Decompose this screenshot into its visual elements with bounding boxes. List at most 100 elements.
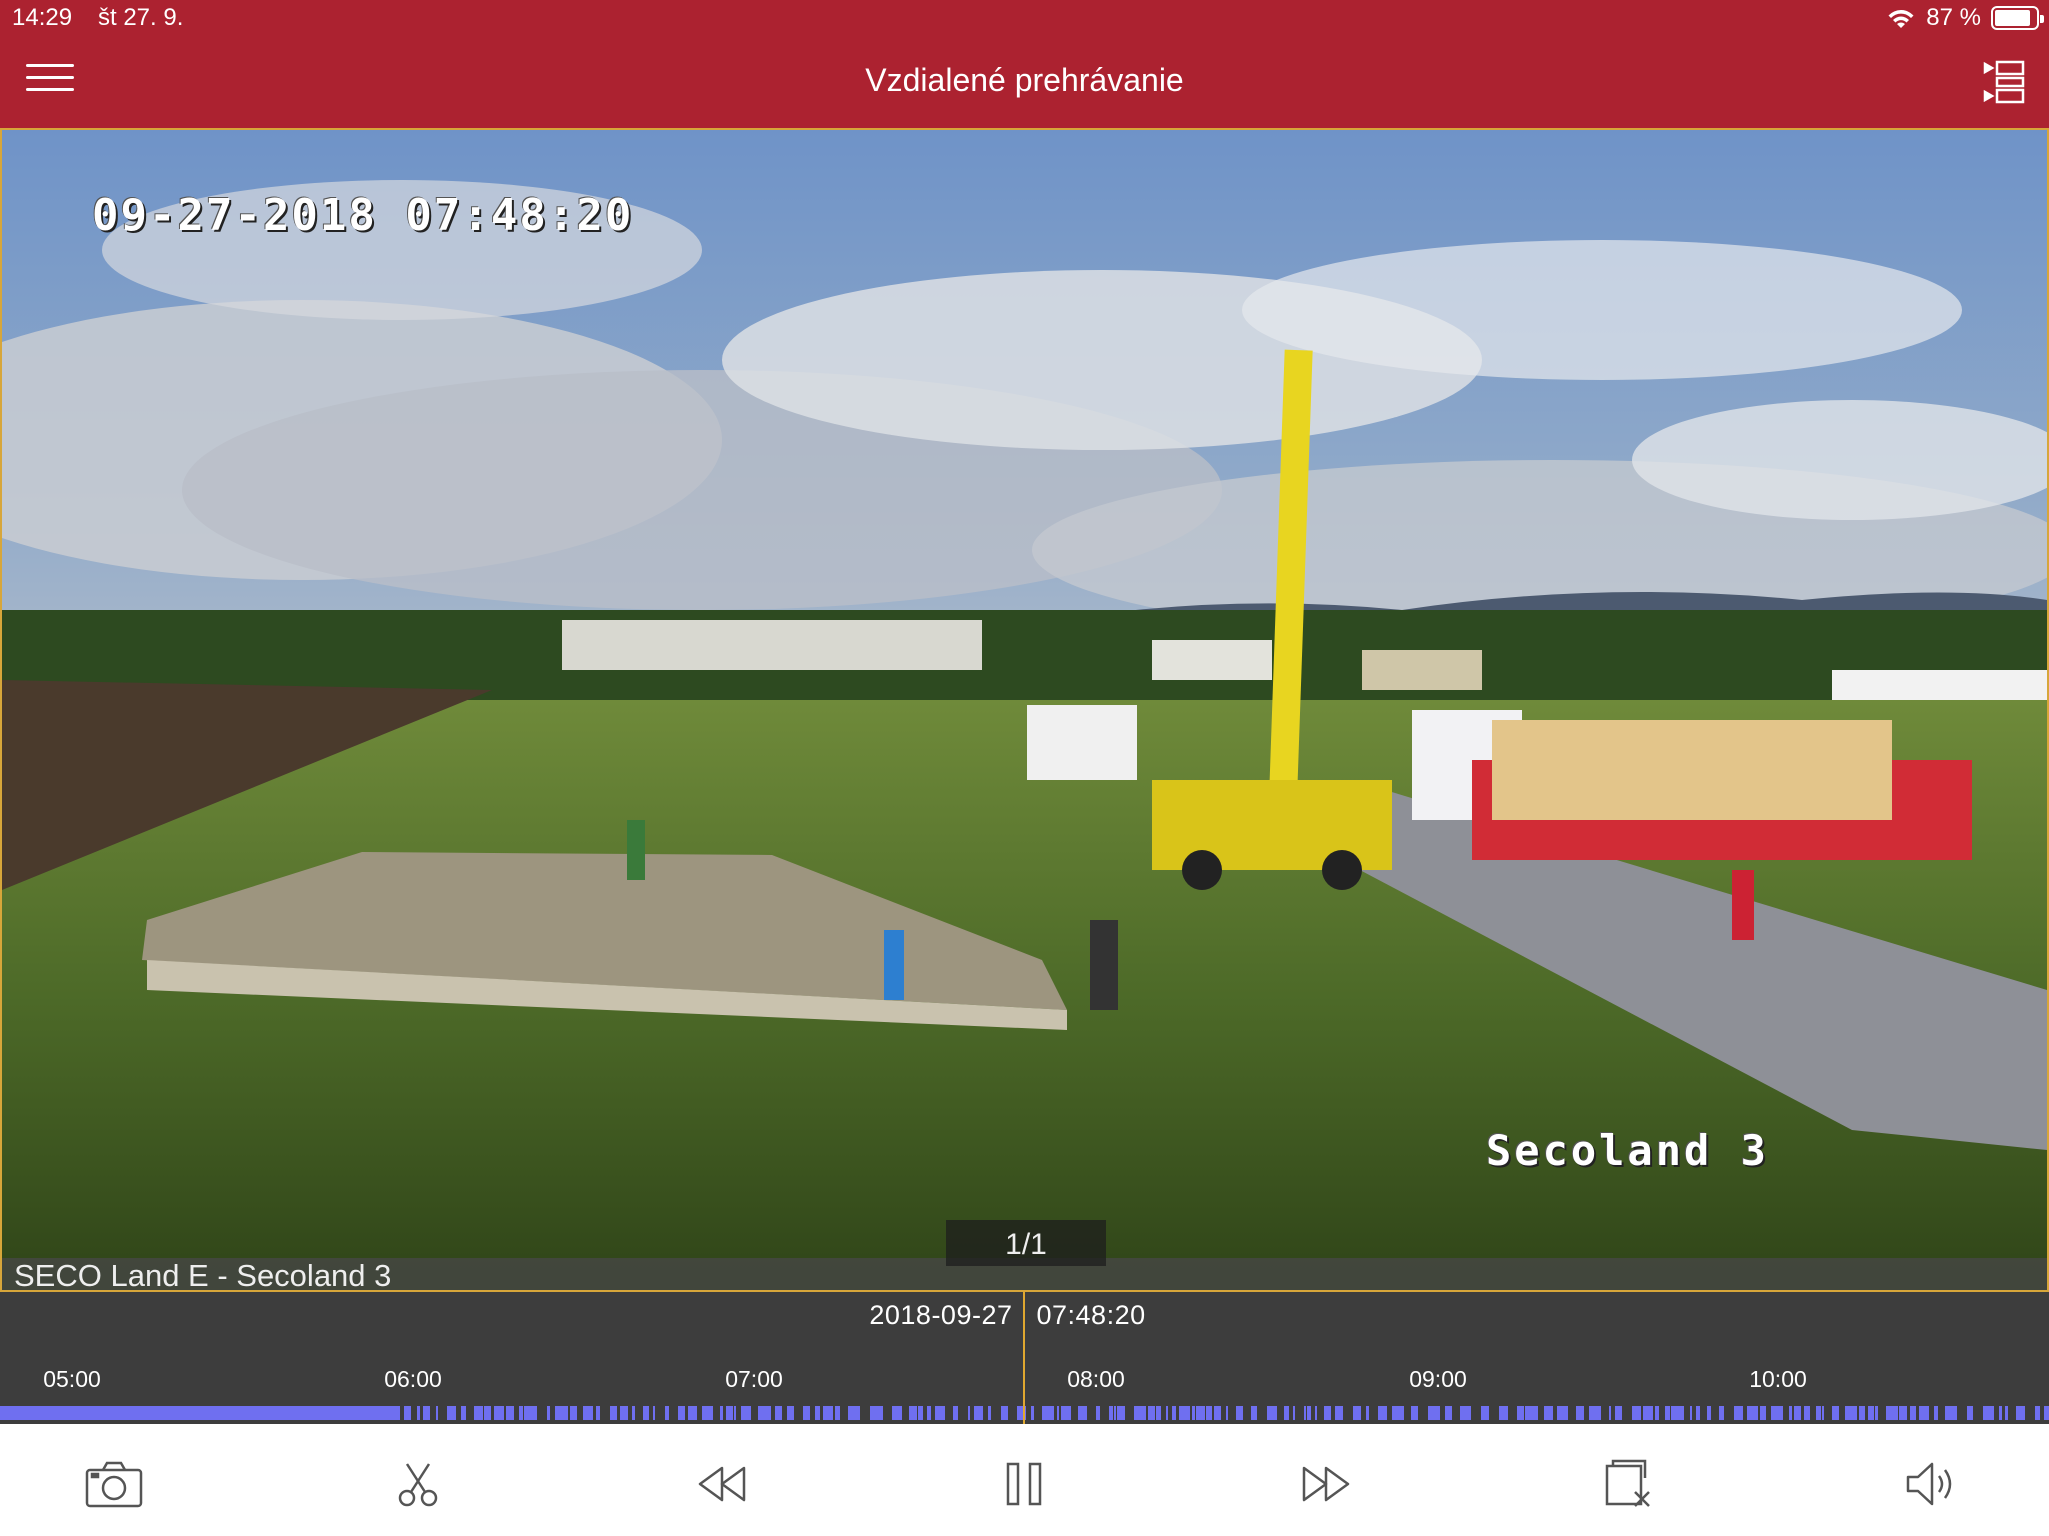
app-header: 14:29 št 27. 9. 87 % Vzdialené prehrávan… [0, 0, 2049, 128]
recording-segment [1967, 1406, 1973, 1420]
timeline-current-time: 07:48:20 [1036, 1300, 1146, 1330]
pause-button[interactable] [992, 1456, 1056, 1512]
recording-segment [1707, 1406, 1711, 1420]
recording-segment [909, 1406, 917, 1420]
audio-button[interactable] [1900, 1456, 1964, 1512]
recording-segment [1719, 1406, 1724, 1420]
camera-name: SECO Land E - Secoland 3 [14, 1258, 392, 1292]
recording-segment [688, 1406, 697, 1420]
recording-segment [547, 1406, 550, 1420]
recording-segment [918, 1406, 923, 1420]
recording-segment [1206, 1406, 1212, 1420]
recording-segment [1156, 1406, 1161, 1420]
channel-list-button[interactable] [1983, 60, 2027, 104]
recording-segment [1845, 1406, 1857, 1420]
recording-segment [524, 1406, 537, 1420]
camera-icon [85, 1461, 143, 1508]
recording-segment [1875, 1406, 1878, 1420]
recording-segment [0, 1406, 400, 1420]
recording-segment [1307, 1406, 1311, 1420]
recording-segment [935, 1406, 945, 1420]
recording-segment [1999, 1406, 2002, 1420]
recording-segment [494, 1406, 504, 1420]
recording-segment [1481, 1406, 1489, 1420]
recording-segment [1557, 1406, 1568, 1420]
recording-segment [1499, 1406, 1508, 1420]
recording-segment [436, 1406, 438, 1420]
recording-segment [1859, 1406, 1865, 1420]
recording-segment [1078, 1406, 1087, 1420]
recording-segment [474, 1406, 483, 1420]
recording-segment [974, 1406, 983, 1420]
clip-button[interactable] [387, 1456, 451, 1512]
recording-segment [823, 1406, 833, 1420]
recording-segment [519, 1406, 523, 1420]
recording-segment [726, 1406, 733, 1420]
speed-up-button[interactable] [1294, 1456, 1358, 1512]
recording-segment [1324, 1406, 1331, 1420]
recording-segment [2005, 1406, 2008, 1420]
recording-segment [1899, 1406, 1907, 1420]
snapshot-button[interactable] [82, 1456, 146, 1512]
video-player[interactable]: 09-27-2018 07:48:20 Secoland 3 SECO Land… [0, 128, 2049, 1292]
recording-segment [1615, 1406, 1622, 1420]
recording-segment [1832, 1406, 1839, 1420]
playback-toolbar [0, 1424, 2049, 1536]
stop-playback-button[interactable] [1597, 1456, 1661, 1512]
timeline-cursor[interactable] [1023, 1292, 1025, 1424]
recording-segment [643, 1406, 649, 1420]
osd-timestamp: 09-27-2018 07:48:20 [92, 190, 634, 241]
recording-segment [1576, 1406, 1584, 1420]
recording-segment [775, 1406, 782, 1420]
recording-segment [1983, 1406, 1994, 1420]
recording-segment [632, 1406, 635, 1420]
status-indicators: 87 % [1886, 4, 2044, 32]
recording-segment [1226, 1406, 1228, 1420]
playback-timeline[interactable]: 2018-09-27 07:48:20 05:00 06:00 07:00 08:… [0, 1292, 2049, 1424]
recording-segment [1293, 1406, 1295, 1420]
recording-segment [678, 1406, 685, 1420]
battery-percent: 87 % [1926, 4, 1981, 31]
page-indicator: 1/1 [946, 1220, 1106, 1266]
recording-segment [404, 1406, 411, 1420]
recording-segment [988, 1406, 991, 1420]
recording-segment [1366, 1406, 1369, 1420]
recording-segment [506, 1406, 514, 1420]
menu-button[interactable] [24, 58, 76, 98]
recording-segment [1643, 1406, 1653, 1420]
recording-segment [848, 1406, 860, 1420]
recording-segment [1109, 1406, 1113, 1420]
recording-segment [720, 1406, 723, 1420]
recording-segment [1655, 1406, 1659, 1420]
recording-segment [2016, 1406, 2025, 1420]
close-window-icon [1605, 1459, 1650, 1507]
speaker-icon [1906, 1462, 1952, 1506]
recording-segment [1411, 1406, 1418, 1420]
recording-segment [1544, 1406, 1553, 1420]
recording-segment [1315, 1406, 1317, 1420]
recording-segment [1609, 1406, 1611, 1420]
recording-segment [555, 1406, 568, 1420]
recording-segment [1335, 1406, 1343, 1420]
recording-segment [570, 1406, 577, 1420]
slow-down-button[interactable] [690, 1456, 754, 1512]
recording-segment [1166, 1406, 1168, 1420]
recording-segment [1910, 1406, 1916, 1420]
recording-segment [447, 1406, 456, 1420]
recording-segment [1696, 1406, 1700, 1420]
timeline-tick: 05:00 [43, 1366, 101, 1392]
recording-segment [1747, 1406, 1758, 1420]
timeline-tick: 09:00 [1409, 1366, 1467, 1392]
recording-segment [803, 1406, 810, 1420]
recording-segment [1886, 1406, 1898, 1420]
recording-segment [1134, 1406, 1146, 1420]
recording-segment [1804, 1406, 1810, 1420]
recording-segment [1690, 1406, 1692, 1420]
recording-segment [1665, 1406, 1670, 1420]
recording-segment [2035, 1406, 2040, 1420]
recording-segment [734, 1406, 736, 1420]
recording-segment [1172, 1406, 1176, 1420]
recording-segment [815, 1406, 820, 1420]
recording-segment [1760, 1406, 1766, 1420]
recording-segment [417, 1406, 420, 1420]
